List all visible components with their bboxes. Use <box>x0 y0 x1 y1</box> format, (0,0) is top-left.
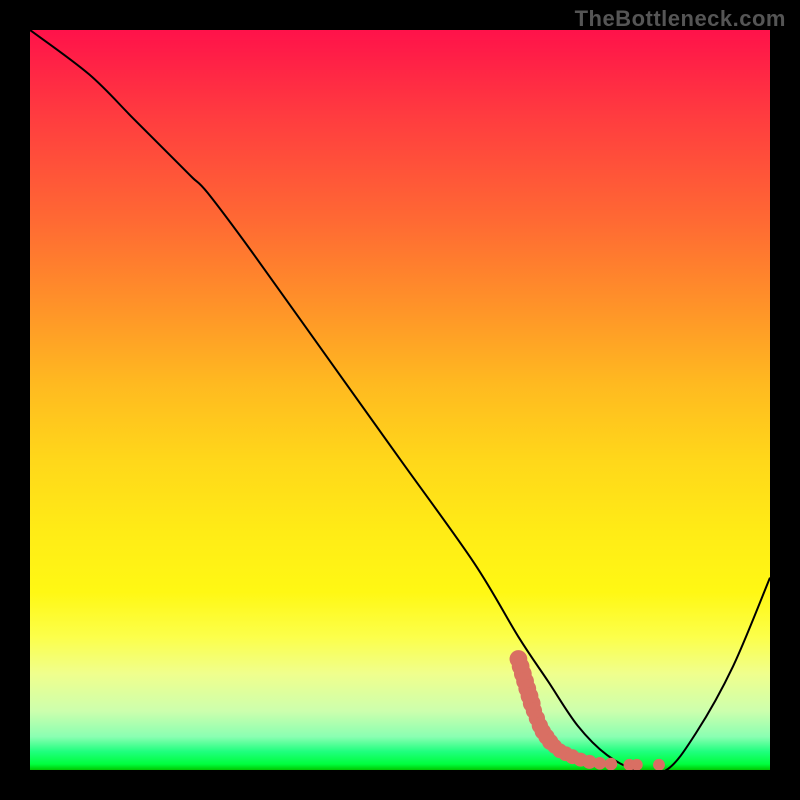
highlight-dot <box>605 758 618 770</box>
figure-container: TheBottleneck.com <box>0 0 800 800</box>
highlight-dot <box>594 757 607 770</box>
highlight-dot <box>653 759 665 770</box>
bottleneck-curve <box>30 30 770 770</box>
plot-area <box>30 30 770 770</box>
chart-svg <box>30 30 770 770</box>
attribution-text: TheBottleneck.com <box>575 6 786 32</box>
highlight-dots-group <box>510 650 665 770</box>
